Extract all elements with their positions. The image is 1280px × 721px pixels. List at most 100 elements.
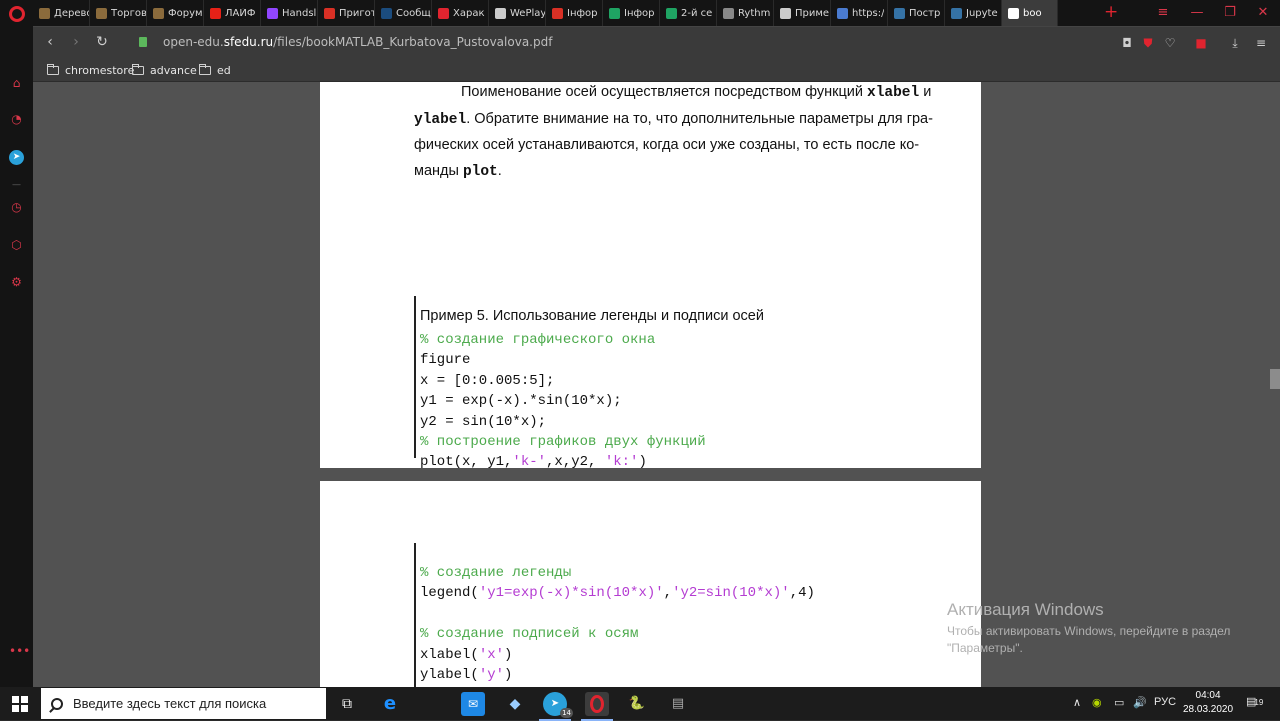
- settings-icon[interactable]: ⚙: [9, 275, 24, 290]
- app-window-icon[interactable]: ▤: [666, 692, 690, 716]
- code-line: % создание легенды: [420, 563, 815, 583]
- edge-icon[interactable]: e: [378, 692, 402, 716]
- tab-15[interactable]: Постр: [888, 0, 945, 26]
- code-line: xlabel('x'): [420, 645, 815, 665]
- speed-dial-icon[interactable]: ◔: [9, 112, 24, 127]
- code-block-2: % создание легенды legend('y1=exp(-x)*sin…: [420, 563, 815, 685]
- reload-button[interactable]: ↻: [93, 33, 111, 51]
- tab-10[interactable]: Інфор: [603, 0, 660, 26]
- code-comment: % создание легенды: [420, 565, 572, 581]
- code-string: 'k-': [512, 454, 547, 471]
- bookmark-ed[interactable]: ed: [199, 61, 231, 79]
- site-icon: [324, 7, 335, 19]
- tab-1[interactable]: Торговая: [90, 0, 147, 26]
- gamepad-icon[interactable]: ⌂: [9, 76, 24, 91]
- search-icon: [51, 697, 63, 710]
- tab-3[interactable]: ЛАЙФ: [204, 0, 261, 26]
- more-icon[interactable]: •••: [9, 644, 30, 659]
- tab-label: boo: [1023, 7, 1042, 19]
- tab-5[interactable]: Пригот: [318, 0, 375, 26]
- mail-icon[interactable]: ✉: [461, 692, 485, 716]
- minimize-button[interactable]: —: [1180, 0, 1214, 26]
- code-bar: [414, 543, 416, 687]
- para-text: .: [497, 162, 502, 179]
- code-comment: % создание подписей к осям: [420, 626, 639, 643]
- tab-0[interactable]: Дерево: [33, 0, 90, 26]
- tab-label: ЛАЙФ: [225, 7, 256, 19]
- jupyter-icon: [951, 7, 962, 19]
- tab-13[interactable]: Приме: [774, 0, 831, 26]
- maximize-button[interactable]: ❐: [1213, 0, 1247, 26]
- tab-2[interactable]: Форум: [147, 0, 204, 26]
- tab-6[interactable]: Сообщ: [375, 0, 432, 26]
- menu-icon[interactable]: ≡: [1253, 35, 1269, 51]
- taskbar: Введите здесь текст для поиска ⧉ e ✉ ◆ ➤…: [0, 687, 1280, 721]
- tab-9[interactable]: Інфор: [546, 0, 603, 26]
- code-text: y1 = exp(-x).*sin(10*x);: [420, 393, 622, 410]
- activation-watermark: Активация Windows Чтобы активировать Win…: [947, 600, 1230, 657]
- tab-4[interactable]: Handsl: [261, 0, 318, 26]
- code-line: y2 = sin(10*x);: [420, 412, 706, 432]
- telegram-icon[interactable]: ➤: [9, 150, 24, 165]
- gmail-icon: [552, 7, 563, 19]
- code-line: ylabel('y'): [420, 665, 815, 685]
- folder-icon: [132, 63, 144, 75]
- forward-button[interactable]: ›: [67, 33, 85, 51]
- task-view-icon[interactable]: ⧉: [335, 692, 359, 716]
- tray-app-icon[interactable]: ◉: [1092, 696, 1102, 709]
- download-icon[interactable]: ⤓: [1227, 35, 1243, 51]
- telegram-taskbar-icon[interactable]: ➤ 14: [539, 692, 573, 721]
- clock-time: 04:04: [1195, 690, 1221, 701]
- tab-label: Сообщ: [396, 7, 431, 19]
- network-icon[interactable]: ▭: [1114, 696, 1124, 709]
- lock-icon[interactable]: [139, 37, 147, 47]
- shield-icon[interactable]: ⛊: [1140, 35, 1156, 51]
- heart-icon[interactable]: ♡: [1162, 35, 1178, 51]
- scrollbar-thumb[interactable]: [1270, 369, 1280, 389]
- close-button[interactable]: ✕: [1246, 0, 1280, 26]
- bookmark-advance[interactable]: advance: [132, 61, 197, 79]
- para-text: . Обратите внимание на то, что дополните…: [466, 110, 933, 127]
- tab-label: Jupyte: [966, 7, 998, 19]
- watermark-title: Активация Windows: [947, 600, 1104, 619]
- taskbar-search[interactable]: Введите здесь текст для поиска: [41, 688, 326, 719]
- tab-label: Приме: [795, 7, 830, 19]
- url-path: /files/bookMATLAB_Kurbatova_Pustovalova.…: [273, 35, 553, 49]
- pdf-viewer[interactable]: Поименование осей осуществляется посредс…: [33, 82, 1280, 687]
- language-indicator[interactable]: РУС: [1154, 696, 1176, 708]
- tab-7[interactable]: Харак: [432, 0, 489, 26]
- camera-icon[interactable]: ◘: [1119, 35, 1135, 51]
- tab-menu-icon[interactable]: ≡: [1146, 0, 1180, 26]
- page-icon: [780, 7, 791, 19]
- tab-17[interactable]: boo: [1002, 0, 1058, 26]
- python-icon[interactable]: 🐍: [625, 692, 649, 716]
- notification-icon[interactable]: ▤19: [1246, 695, 1263, 708]
- tray-expand-icon[interactable]: ∧: [1073, 696, 1081, 709]
- windows-start-icon[interactable]: [12, 696, 28, 712]
- opera-taskbar-icon[interactable]: [581, 692, 613, 721]
- tab-14[interactable]: https:/: [831, 0, 888, 26]
- history-icon[interactable]: ◷: [9, 200, 24, 215]
- vscode-icon[interactable]: ◆: [503, 692, 527, 716]
- opera-logo-icon[interactable]: [9, 6, 25, 22]
- tab-12[interactable]: Rythm: [717, 0, 774, 26]
- cube-icon[interactable]: ⬡: [9, 238, 24, 253]
- code-text: xlabel(: [420, 646, 479, 663]
- new-tab-button[interactable]: +: [1104, 3, 1118, 21]
- code-text: figure: [420, 352, 471, 369]
- url-field[interactable]: open-edu.sfedu.ru/files/bookMATLAB_Kurba…: [163, 35, 552, 49]
- tab-label: Пригот: [339, 7, 374, 19]
- tab-11[interactable]: 2-й се: [660, 0, 717, 26]
- bookmark-chromestore[interactable]: chromestore: [47, 61, 134, 79]
- clock[interactable]: 04:04 28.03.2020: [1183, 689, 1233, 717]
- tab-label: Форум: [168, 7, 203, 19]
- code-line: % создание подписей к осям: [420, 624, 815, 644]
- tab-label: Rythm: [738, 7, 771, 19]
- tab-16[interactable]: Jupyte: [945, 0, 1002, 26]
- extension-icon[interactable]: ■: [1193, 35, 1209, 51]
- volume-icon[interactable]: 🔊: [1133, 696, 1147, 709]
- tab-label: Постр: [909, 7, 941, 19]
- back-button[interactable]: ‹: [41, 33, 59, 51]
- tab-8[interactable]: WePlay: [489, 0, 546, 26]
